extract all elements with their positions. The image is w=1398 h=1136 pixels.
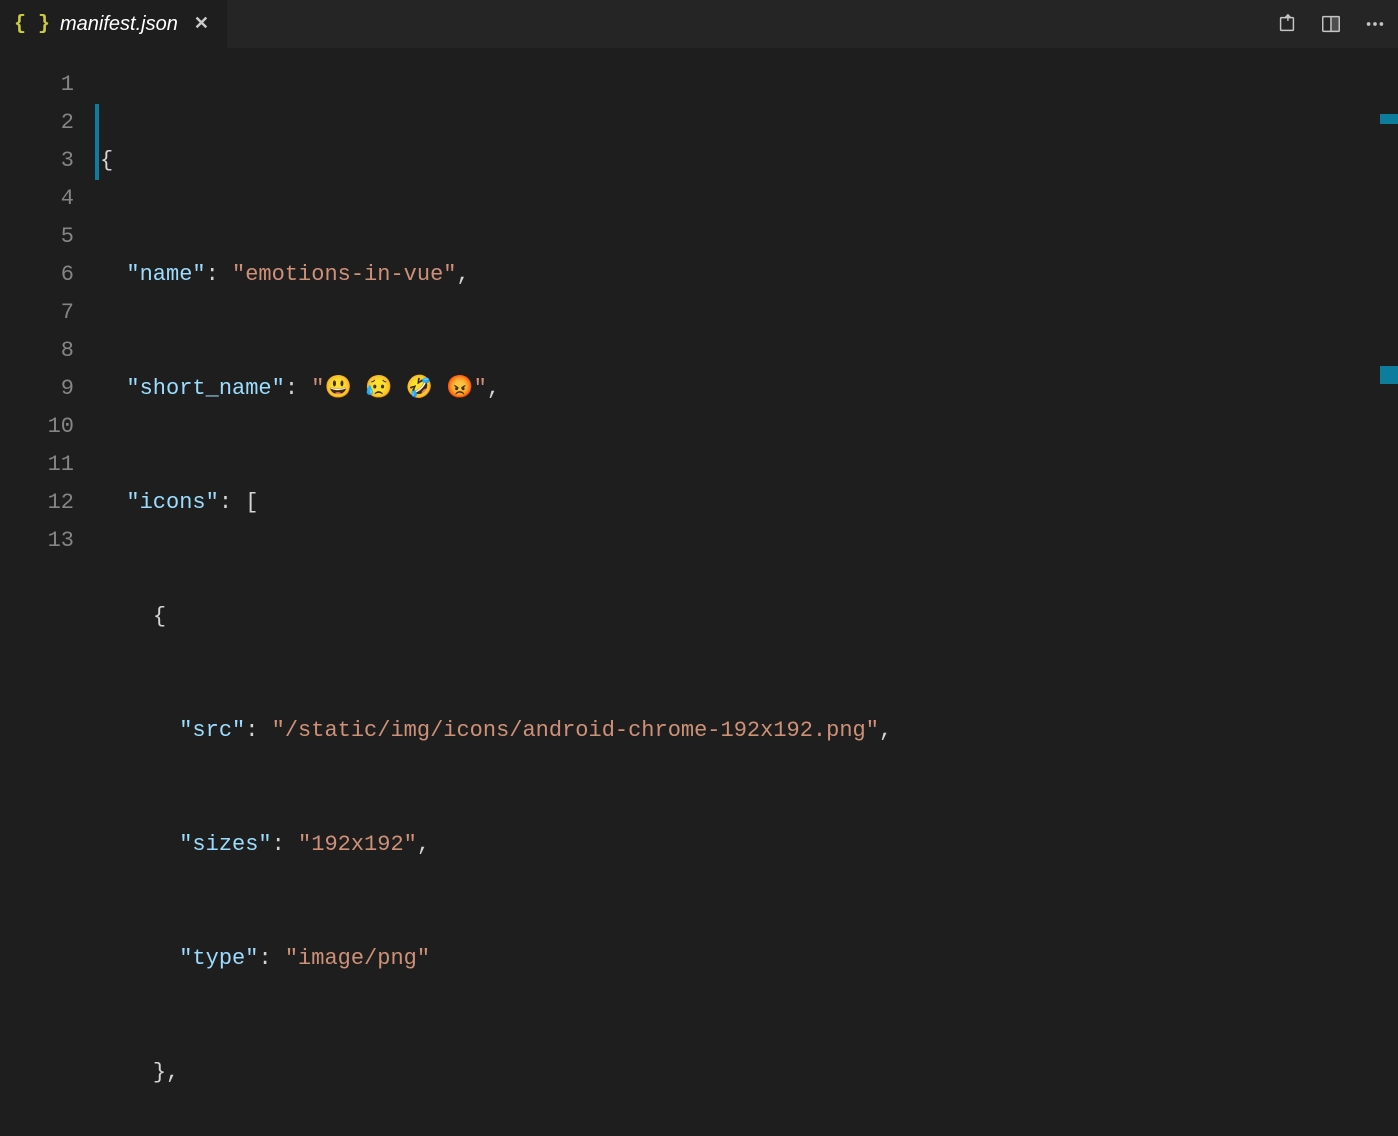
line-number: 7	[0, 294, 74, 332]
split-editor-icon[interactable]	[1320, 13, 1342, 35]
code-line: "name": "emotions-in-vue",	[100, 256, 1398, 294]
editor-area: 1 2 3 4 5 6 7 8 9 10 11 12 13 { "name": …	[0, 48, 1398, 568]
code-line: "type": "image/png"	[100, 940, 1398, 978]
tab-bar: { } manifest.json ✕	[0, 0, 1398, 48]
code-line: {	[100, 142, 1398, 180]
code-line: "src": "/static/img/icons/android-chrome…	[100, 712, 1398, 750]
scrollbar-marker	[1380, 366, 1398, 384]
code-content[interactable]: { "name": "emotions-in-vue", "short_name…	[100, 48, 1398, 568]
code-line: {	[100, 598, 1398, 636]
editor-actions	[1276, 13, 1386, 35]
line-number: 2	[0, 104, 74, 142]
line-number: 8	[0, 332, 74, 370]
line-number-gutter: 1 2 3 4 5 6 7 8 9 10 11 12 13	[0, 48, 100, 568]
line-number: 4	[0, 180, 74, 218]
json-file-icon: { }	[14, 13, 50, 36]
line-number: 11	[0, 446, 74, 484]
open-changes-icon[interactable]	[1276, 13, 1298, 35]
line-number: 6	[0, 256, 74, 294]
code-line: "short_name": "😃 😥 🤣 😡",	[100, 370, 1398, 408]
line-number: 10	[0, 408, 74, 446]
line-number: 1	[0, 66, 74, 104]
modified-marker	[95, 104, 99, 180]
line-number: 3	[0, 142, 74, 180]
line-number: 13	[0, 522, 74, 560]
line-number: 12	[0, 484, 74, 522]
minimap-scrollbar[interactable]	[1380, 96, 1398, 616]
line-number: 5	[0, 218, 74, 256]
code-line: },	[100, 1054, 1398, 1092]
line-number: 9	[0, 370, 74, 408]
tab-title: manifest.json	[60, 13, 178, 36]
code-line: "icons": [	[100, 484, 1398, 522]
tab-manifest-json[interactable]: { } manifest.json ✕	[0, 0, 228, 48]
code-line: "sizes": "192x192",	[100, 826, 1398, 864]
more-actions-icon[interactable]	[1364, 13, 1386, 35]
scrollbar-marker	[1380, 114, 1398, 124]
close-icon[interactable]: ✕	[194, 13, 209, 35]
